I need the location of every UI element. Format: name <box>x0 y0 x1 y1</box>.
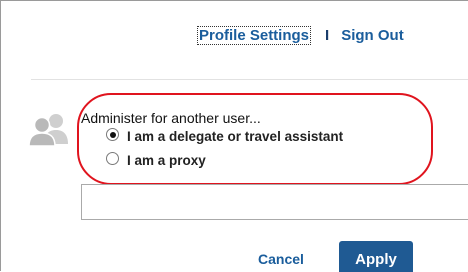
proxy-radio[interactable] <box>106 152 119 165</box>
delegate-radio[interactable] <box>106 128 119 141</box>
user-search-input[interactable] <box>81 184 468 220</box>
profile-settings-link[interactable]: Profile Settings <box>197 26 312 45</box>
delegate-option[interactable]: I am a delegate or travel assistant <box>106 128 344 144</box>
proxy-label: I am a proxy <box>127 153 206 168</box>
cancel-button[interactable]: Cancel <box>258 251 304 267</box>
users-icon <box>28 114 68 146</box>
top-nav: Profile Settings I Sign Out <box>197 26 404 45</box>
divider <box>31 79 468 80</box>
proxy-option[interactable]: I am a proxy <box>106 152 206 168</box>
nav-separator: I <box>325 27 330 44</box>
sign-out-link[interactable]: Sign Out <box>341 27 404 44</box>
settings-panel: Profile Settings I Sign Out Administer for… <box>0 0 468 272</box>
administer-title: Administer for another user... <box>81 110 261 126</box>
apply-button[interactable]: Apply <box>339 241 413 272</box>
delegate-label: I am a delegate or travel assistant <box>127 129 344 144</box>
